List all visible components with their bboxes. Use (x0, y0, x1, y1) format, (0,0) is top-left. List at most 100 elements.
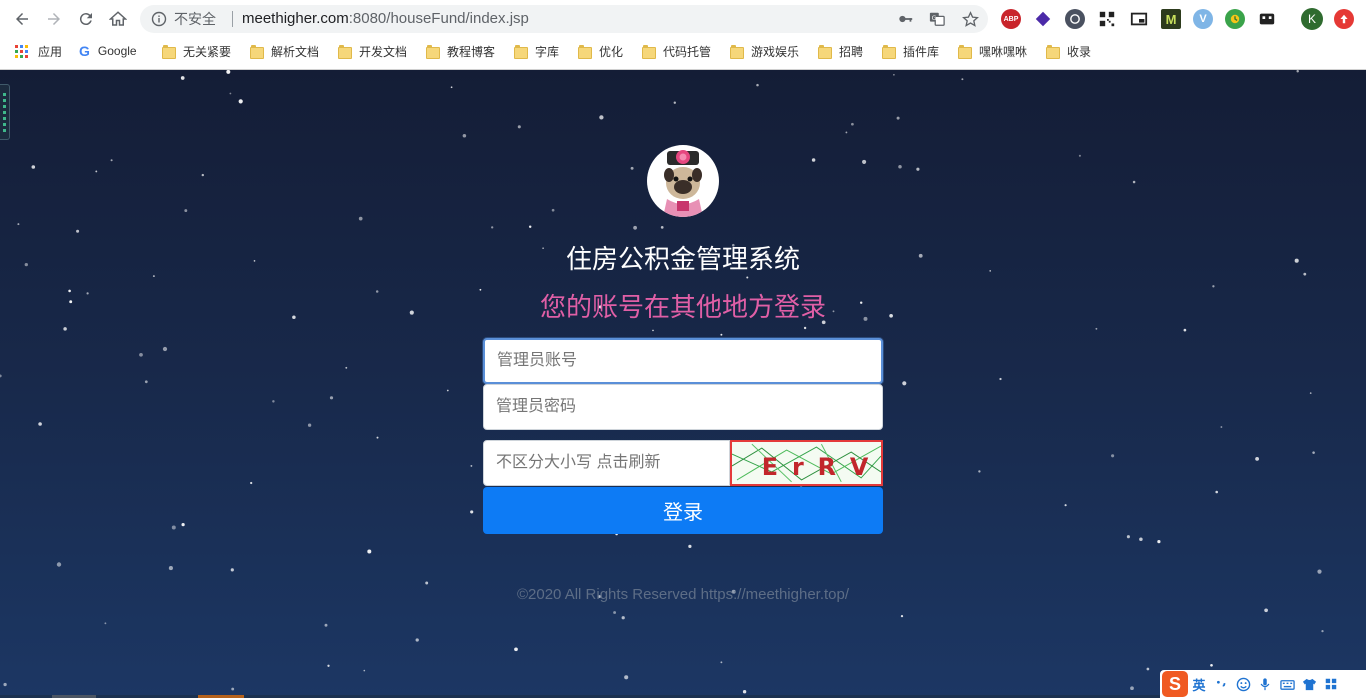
star (811, 158, 816, 162)
star (1312, 451, 1315, 454)
star (139, 352, 143, 357)
arrow-right-icon (48, 13, 60, 25)
bookmark-label: Google (97, 44, 137, 58)
film-icon[interactable] (1257, 9, 1277, 29)
folder-icon (642, 45, 656, 59)
bookmark-label: 插件库 (903, 44, 940, 59)
side-meter-widget[interactable] (0, 84, 10, 140)
punctuation-icon[interactable] (1210, 673, 1232, 695)
bookmark-folder[interactable]: 开发文档 (338, 42, 407, 60)
bookmark-label: 游戏娱乐 (751, 44, 800, 59)
sogou-icon[interactable]: S (1162, 671, 1188, 697)
star (110, 159, 113, 162)
star (630, 166, 634, 170)
star (327, 664, 330, 667)
url-text[interactable]: meethigher.com:8080/houseFund/index.jsp (242, 10, 529, 28)
captcha-image[interactable]: ErRV (730, 440, 883, 486)
star (961, 78, 964, 81)
star (363, 669, 366, 672)
ime-mode-toggle[interactable]: 英 (1188, 673, 1210, 695)
bookmark-folder[interactable]: 收录 (1046, 42, 1091, 60)
key-icon[interactable] (897, 10, 915, 28)
star (989, 270, 992, 272)
keyboard-icon[interactable] (1276, 673, 1298, 695)
star (720, 333, 723, 336)
system-title: 住房公积金管理系统 (565, 244, 800, 274)
bookmark-google[interactable]: G Google (79, 42, 137, 60)
home-button[interactable] (106, 7, 130, 31)
star (1255, 456, 1260, 461)
login-button[interactable]: 登录 (483, 487, 883, 534)
star (1183, 328, 1187, 332)
password-input[interactable] (483, 384, 883, 430)
star (231, 687, 235, 691)
forward-button[interactable] (42, 7, 66, 31)
star (0, 374, 2, 378)
star (3, 682, 7, 687)
back-button[interactable] (10, 7, 34, 31)
star (624, 675, 629, 680)
update-icon[interactable] (1334, 9, 1354, 29)
login-page: 住房公积金管理系统 您的账号在其他地方登录 ErRV 登录 ©2020 All … (0, 70, 1366, 698)
skin-shirt-icon[interactable] (1298, 673, 1320, 695)
bookmark-folder[interactable]: 教程博客 (426, 42, 495, 60)
translate-icon[interactable]: G (928, 10, 946, 28)
reload-button[interactable] (74, 7, 98, 31)
star (329, 396, 334, 400)
profile-avatar[interactable]: K (1301, 8, 1323, 30)
bookmark-folder[interactable]: 字库 (514, 42, 559, 60)
star (862, 159, 867, 164)
star (896, 116, 900, 120)
star-icon[interactable] (961, 10, 979, 28)
bookmark-folder[interactable]: 代码托管 (642, 42, 711, 60)
star (673, 101, 676, 104)
folder-icon (338, 45, 352, 59)
v-icon[interactable]: V (1193, 9, 1213, 29)
microphone-icon[interactable] (1254, 673, 1276, 695)
bookmark-label: 无关紧要 (183, 44, 232, 59)
address-bar[interactable]: 不安全 meethigher.com:8080/houseFund/index.… (140, 5, 988, 33)
toolbox-grid-icon[interactable] (1320, 673, 1342, 695)
bookmark-folder[interactable]: 游戏娱乐 (730, 42, 799, 60)
folder-icon (426, 45, 440, 59)
bookmark-folder[interactable]: 解析文档 (250, 42, 319, 60)
folder-icon (250, 45, 264, 59)
bookmark-label: 教程博客 (447, 44, 496, 59)
star (226, 70, 231, 74)
bookmark-folder[interactable]: 招聘 (818, 42, 863, 60)
refresh-ext-icon[interactable] (1065, 9, 1085, 29)
pip-icon[interactable] (1129, 9, 1149, 29)
folder-icon (958, 45, 972, 59)
star (851, 122, 854, 126)
gem-icon[interactable] (1033, 9, 1053, 29)
star (1294, 258, 1299, 263)
security-status[interactable]: 不安全 (174, 11, 216, 27)
emoji-icon[interactable] (1232, 673, 1254, 695)
star (180, 76, 185, 80)
star (358, 216, 363, 221)
star (162, 346, 168, 352)
username-input[interactable] (483, 338, 883, 384)
abp-icon[interactable]: ABP (1001, 9, 1021, 29)
bookmark-label: 招聘 (839, 44, 864, 59)
qr-icon[interactable] (1097, 9, 1117, 29)
star (1220, 426, 1223, 428)
star (181, 522, 185, 527)
bookmark-folder[interactable]: 无关紧要 (162, 42, 231, 60)
star (56, 562, 62, 567)
clock-ext-icon[interactable] (1225, 9, 1245, 29)
star (517, 125, 521, 129)
bookmark-apps[interactable]: 应用 (15, 42, 62, 60)
bookmark-folder[interactable]: 插件库 (882, 42, 939, 60)
star (1210, 663, 1213, 667)
star (1264, 608, 1268, 613)
ime-toolbar[interactable]: S 英 (1160, 670, 1366, 698)
m-icon[interactable]: M (1161, 9, 1181, 29)
info-icon[interactable] (151, 11, 167, 27)
bookmark-folder[interactable]: 嘿咻嘿咻 (958, 42, 1027, 60)
star (720, 661, 723, 664)
star (688, 544, 692, 549)
star (324, 623, 328, 627)
captcha-input[interactable] (483, 440, 730, 486)
bookmark-folder[interactable]: 优化 (578, 42, 623, 60)
